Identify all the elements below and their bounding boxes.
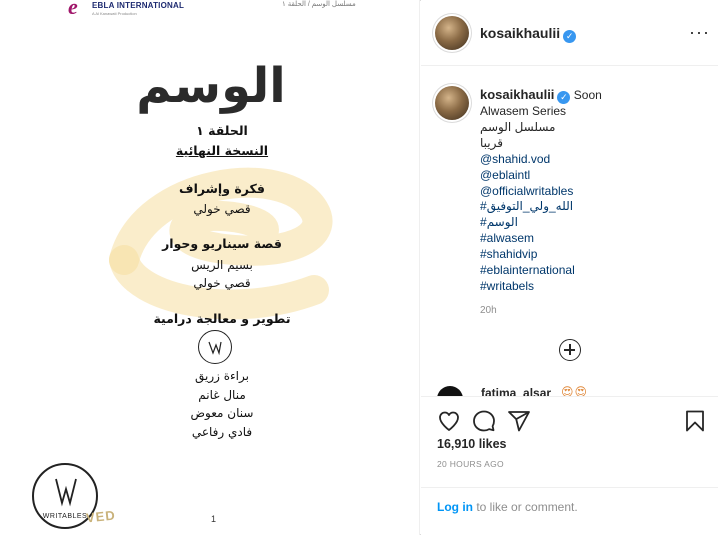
bookmark-icon[interactable] [683, 409, 707, 433]
hashtag-link[interactable]: #shahidvip [480, 247, 710, 263]
comment-preview: fatima_alsar 😍😍 [421, 382, 718, 396]
caption-line: Alwasem Series [480, 104, 567, 118]
episode-label: الحلقة ١ [196, 123, 248, 138]
verified-badge-icon: ✓ [563, 30, 577, 43]
post-image[interactable]: e EBLA INTERNATIONAL A Al Kanawati Produ… [2, 0, 420, 535]
document-header: مسلسل الوسم / الحلقة ١ [282, 1, 356, 8]
more-options-icon[interactable]: ··· [689, 23, 710, 41]
watermark-logo-icon [109, 167, 333, 320]
post-timestamp[interactable]: 20 HOURS AGO [437, 459, 504, 469]
caption-section: kosaikhaulii ✓ Soon Alwasem Series مسلسل … [421, 66, 718, 382]
hashtag-link[interactable]: #eblainternational [480, 263, 710, 279]
mention-link[interactable]: @shahid.vod [480, 152, 710, 168]
share-icon[interactable] [507, 409, 531, 433]
hashtag-link[interactable]: #writabels [480, 279, 710, 295]
likes-count[interactable]: 16,910 likes [437, 437, 507, 451]
caption-text: kosaikhaulii ✓ Soon Alwasem Series مسلسل … [480, 87, 710, 295]
writables-logo-small-icon [198, 330, 232, 364]
dev-name-4: فادي رفاعي [191, 425, 253, 439]
idea-heading: فكرة وإشراف [179, 181, 265, 196]
caption-username[interactable]: kosaikhaulii [480, 87, 554, 102]
load-more-comments-icon[interactable] [559, 339, 581, 361]
header-username[interactable]: kosaikhaulii ✓ [480, 25, 577, 43]
development-heading: تطوير و معالجة درامية [153, 311, 291, 326]
approved-stamp: VED [85, 507, 117, 526]
caption-line: مسلسل الوسم [480, 119, 556, 134]
story-name-2: قصي خولي [193, 276, 251, 290]
login-text: Log in to like or comment. [437, 500, 578, 514]
username-text[interactable]: kosaikhaulii [480, 25, 560, 41]
hashtag-link[interactable]: #alwasem [480, 231, 710, 247]
avatar[interactable] [435, 16, 469, 50]
company-subtitle: A Al Kanawati Production [92, 11, 137, 16]
caption-first-line: Soon [573, 88, 602, 102]
page-number: 1 [211, 514, 217, 524]
comment-icon[interactable] [472, 409, 496, 433]
caption-avatar[interactable] [435, 86, 469, 120]
dev-name-2: منال غانم [198, 388, 246, 402]
idea-name: قصي خولي [193, 202, 251, 216]
dev-name-1: براءة زريق [195, 369, 249, 383]
verified-badge-icon: ✓ [557, 91, 571, 104]
dev-name-3: سنان معوض [190, 406, 254, 420]
caption-time[interactable]: 20h [480, 305, 497, 316]
mention-link[interactable]: @eblaintl [480, 168, 710, 184]
comment-username[interactable]: fatima_alsar [481, 386, 551, 396]
document-title: الوسم [136, 58, 286, 114]
story-heading: قصة سيناريو وحوار [162, 236, 282, 251]
login-prompt: Log in to like or comment. [421, 487, 718, 535]
post-panel: kosaikhaulii ✓ ··· kosaikhaulii ✓ Soon Alw… [421, 0, 718, 535]
company-name: EBLA INTERNATIONAL [92, 1, 185, 10]
post-header: kosaikhaulii ✓ ··· [421, 0, 718, 66]
story-name-1: بسيم الريس [191, 258, 253, 272]
caption-line: قريبا [480, 135, 503, 150]
hashtag-link[interactable]: #الله_ولي_التوفيق [480, 199, 710, 215]
comment-emoji: 😍😍 [561, 385, 589, 396]
mention-link[interactable]: @officialwritables [480, 184, 710, 200]
login-link[interactable]: Log in [437, 500, 473, 514]
comment-avatar[interactable] [437, 386, 463, 396]
action-bar: 16,910 likes 20 HOURS AGO Log in to like… [421, 396, 718, 535]
version-label: النسخة النهائية [175, 143, 269, 158]
heart-icon[interactable] [437, 409, 461, 433]
hashtag-link[interactable]: #الوسم [480, 215, 710, 231]
ebla-logo-icon: e [68, 0, 78, 19]
login-rest-text: to like or comment. [473, 500, 578, 514]
